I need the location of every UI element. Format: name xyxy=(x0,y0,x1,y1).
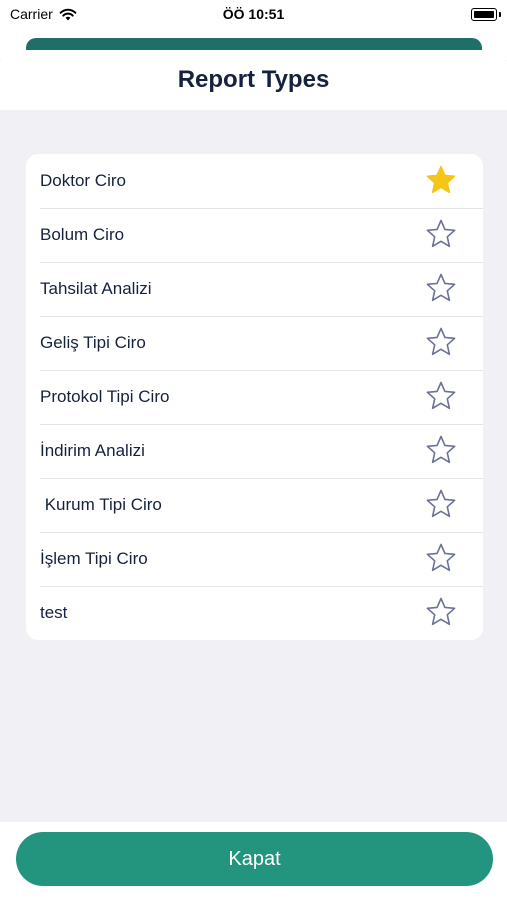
report-type-label: Protokol Tipi Ciro xyxy=(40,387,170,406)
report-type-label: Doktor Ciro xyxy=(40,171,126,190)
star-outline-icon[interactable] xyxy=(423,487,459,523)
report-types-sheet: Report Types Doktor Ciro Bolum Ciro Tahsil… xyxy=(0,50,507,900)
star-outline-icon[interactable] xyxy=(423,325,459,361)
sheet-footer: Kapat xyxy=(0,822,507,900)
report-type-row[interactable]: Bolum Ciro xyxy=(26,208,483,262)
report-type-label: Tahsilat Analizi xyxy=(40,279,152,298)
report-type-label: Bolum Ciro xyxy=(40,225,125,244)
sheet-header: Report Types xyxy=(0,50,507,110)
sheet-title: Report Types xyxy=(177,66,330,93)
report-type-row[interactable]: Geliş Tipi Ciro xyxy=(26,316,483,370)
report-type-label: Kurum Tipi Ciro xyxy=(40,495,162,514)
report-type-row[interactable]: İşlem Tipi Ciro xyxy=(26,532,483,586)
status-time: ÖÖ 10:51 xyxy=(222,6,285,22)
status-bar: Carrier ÖÖ 10:51 xyxy=(0,0,507,30)
star-outline-icon[interactable] xyxy=(423,433,459,469)
report-type-row[interactable]: İndirim Analizi xyxy=(26,424,483,478)
report-types-list: Doktor Ciro Bolum Ciro Tahsilat Analizi Gel… xyxy=(26,154,483,640)
battery-icon xyxy=(471,8,501,21)
report-type-label: İndirim Analizi xyxy=(40,441,145,460)
star-outline-icon[interactable] xyxy=(423,595,459,631)
star-filled-icon[interactable] xyxy=(423,163,459,199)
report-type-row[interactable]: Doktor Ciro xyxy=(26,154,483,208)
star-outline-icon[interactable] xyxy=(423,217,459,253)
star-outline-icon[interactable] xyxy=(423,541,459,577)
report-type-row[interactable]: Protokol Tipi Ciro xyxy=(26,370,483,424)
close-button[interactable]: Kapat xyxy=(16,832,493,886)
report-type-row[interactable]: test xyxy=(26,586,483,640)
report-type-row[interactable]: Tahsilat Analizi xyxy=(26,262,483,316)
report-type-label: Geliş Tipi Ciro xyxy=(40,333,146,352)
star-outline-icon[interactable] xyxy=(423,271,459,307)
report-type-label: İşlem Tipi Ciro xyxy=(40,549,148,568)
report-type-row[interactable]: Kurum Tipi Ciro xyxy=(26,478,483,532)
report-type-label: test xyxy=(40,603,68,622)
star-outline-icon[interactable] xyxy=(423,379,459,415)
